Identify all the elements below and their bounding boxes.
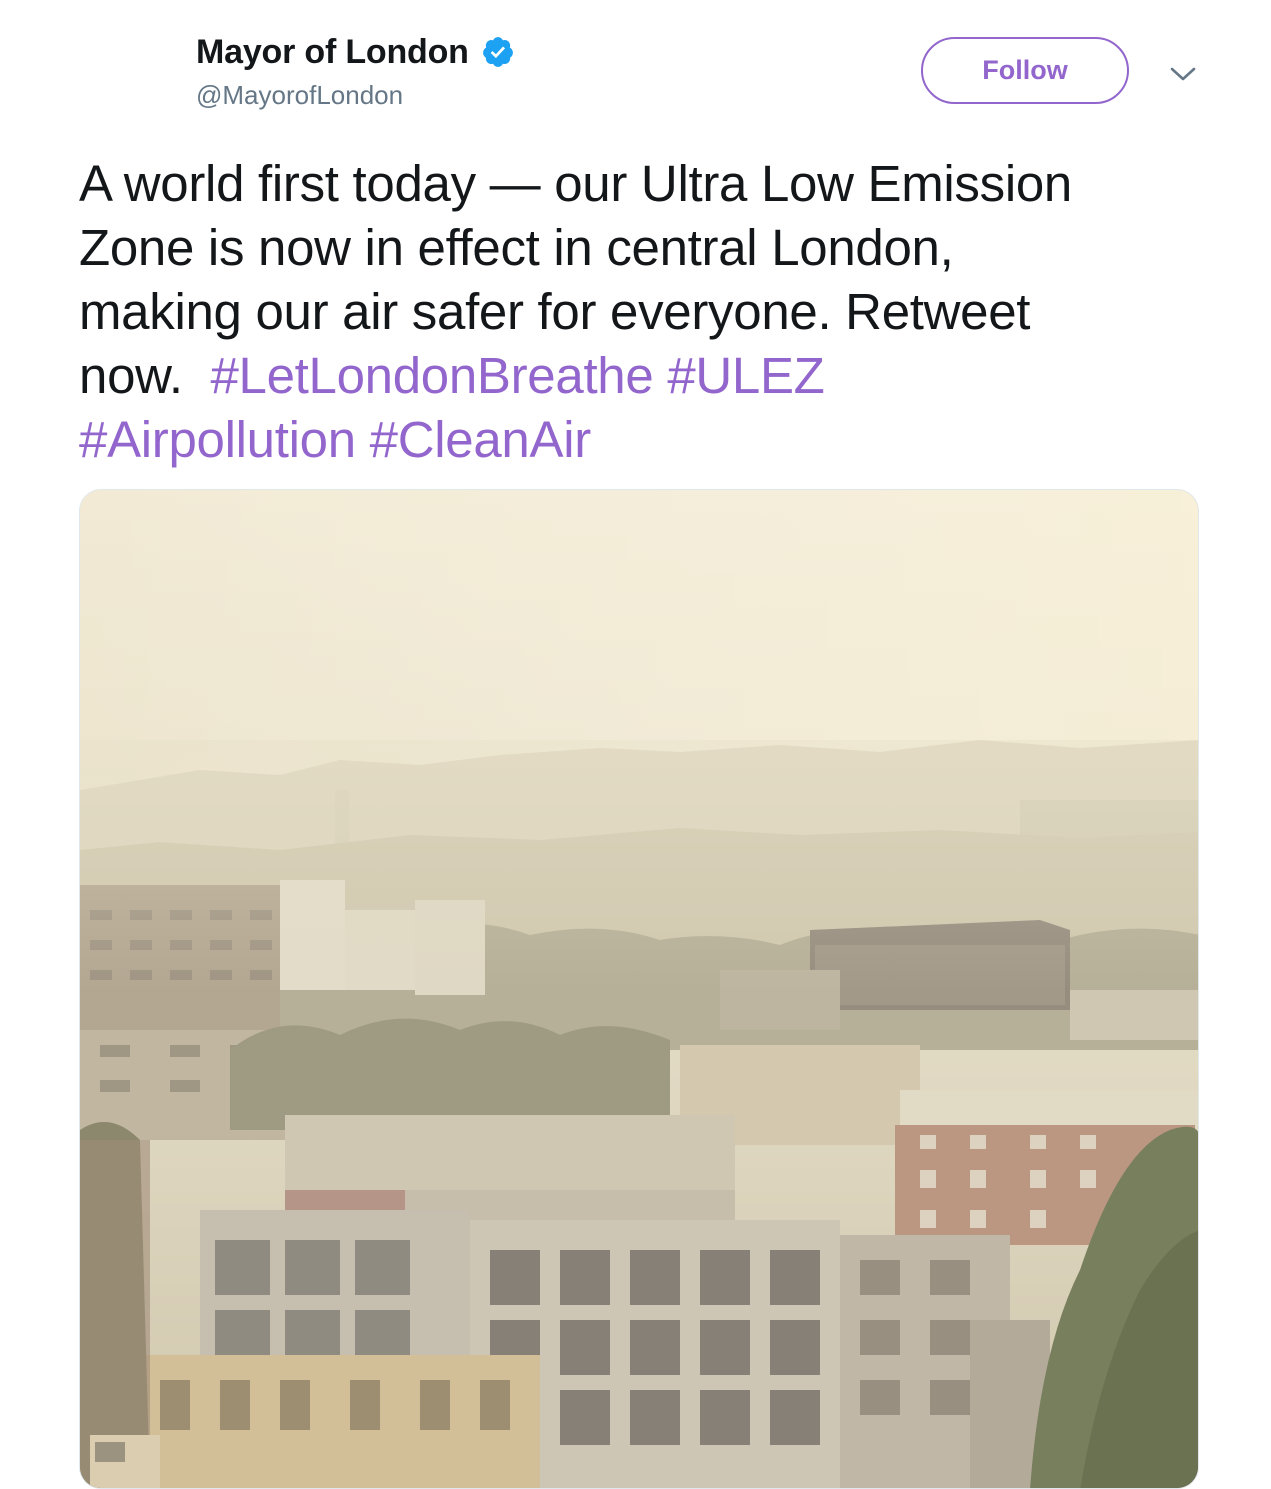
tweet-text-fragment: now.	[79, 347, 183, 404]
tweet-media-photo[interactable]	[79, 489, 1199, 1489]
tweet-text: A world first today — our Ultra Low Emis…	[79, 152, 1229, 472]
chevron-down-icon[interactable]	[1166, 60, 1200, 88]
display-name-row[interactable]: Mayor of London	[196, 30, 515, 74]
photo-icon	[80, 490, 1198, 1488]
hashtag-link[interactable]: #ULEZ	[667, 347, 825, 404]
tweet-header: Mayor of London @MayorofLondon Follow	[0, 0, 1271, 130]
user-handle[interactable]: @MayorofLondon	[196, 80, 403, 111]
tweet-text-line: A world first today — our Ultra Low Emis…	[79, 155, 1072, 212]
tweet: Mayor of London @MayorofLondon Follow A …	[0, 0, 1271, 1489]
verified-badge-icon	[481, 35, 515, 69]
hashtag-link[interactable]: #CleanAir	[370, 411, 592, 468]
tweet-text-line: #Airpollution #CleanAir	[79, 408, 1229, 472]
hashtag-link[interactable]: #Airpollution	[79, 411, 356, 468]
tweet-text-line: Zone is now in effect in central London,	[79, 219, 954, 276]
follow-button[interactable]: Follow	[921, 37, 1129, 104]
tweet-text-line: making our air safer for everyone. Retwe…	[79, 283, 1031, 340]
hashtag-link[interactable]: #LetLondonBreathe	[210, 347, 653, 404]
display-name[interactable]: Mayor of London	[196, 33, 469, 72]
tweet-text-line: now. #LetLondonBreathe #ULEZ	[79, 344, 1229, 408]
